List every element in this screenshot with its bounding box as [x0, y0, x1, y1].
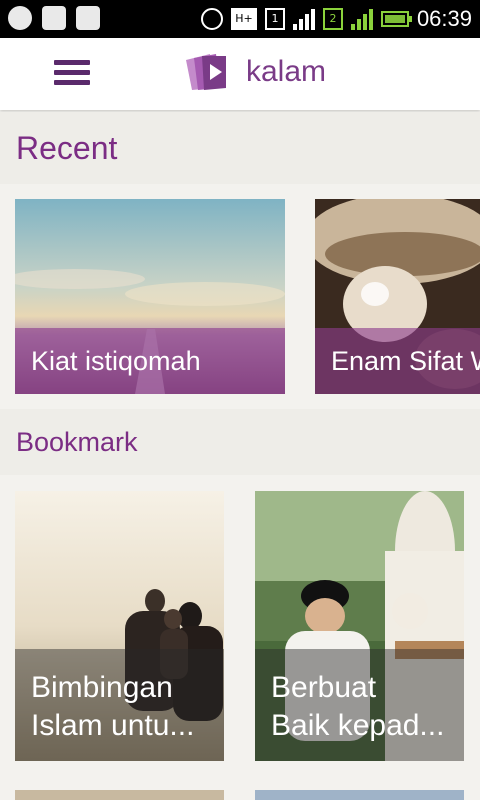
whatsapp-icon	[8, 6, 32, 30]
recent-card[interactable]: Kiat istiqomah	[15, 199, 285, 394]
notification-icons	[8, 6, 100, 30]
bookmark-section-header: Bookmark	[0, 409, 480, 475]
hamburger-menu-icon[interactable]	[54, 60, 90, 90]
card-label-line1: Berbuat	[271, 671, 377, 704]
bookmark-card[interactable]: Bimbingan Islam untu...	[15, 491, 224, 761]
battery-charging-icon	[380, 11, 412, 27]
card-label: Berbuat Baik kepad...	[255, 649, 464, 761]
logo-text: kalam	[246, 55, 327, 88]
card-label: Enam Sifat W	[315, 328, 480, 394]
signal-icon	[350, 8, 373, 30]
bookmark-card[interactable]	[15, 790, 224, 800]
image-icon	[42, 6, 66, 30]
app-bar: kalam	[0, 38, 480, 110]
clock: 06:39	[416, 6, 472, 31]
bookmark-card[interactable]	[255, 790, 464, 800]
alarm-icon	[200, 8, 223, 30]
card-label: Bimbingan Islam untu...	[15, 649, 224, 761]
card-label: Kiat istiqomah	[15, 328, 285, 394]
card-label-line1: Bimbingan	[31, 671, 173, 704]
recent-section-header: Recent	[0, 112, 480, 184]
sim1-icon: 1	[264, 8, 285, 30]
kalam-logo-icon	[186, 54, 226, 90]
app-logo: kalam	[184, 52, 326, 92]
signal-icon	[292, 8, 315, 30]
card-label-line2: Islam untu...	[31, 709, 195, 742]
sim2-icon: 2	[322, 8, 343, 30]
status-bar: H+ 1 2 06:39	[0, 0, 480, 38]
recent-title: Recent	[16, 130, 118, 166]
card-label-line2: Baik kepad...	[271, 709, 445, 742]
bbm-icon	[76, 6, 100, 30]
system-icons: H+ 1 2 06:39	[200, 6, 472, 32]
network-icon: H+	[230, 8, 257, 30]
recent-card[interactable]: Enam Sifat W	[315, 199, 480, 394]
bookmark-card[interactable]: Berbuat Baik kepad...	[255, 491, 464, 761]
bookmark-title: Bookmark	[16, 427, 138, 457]
